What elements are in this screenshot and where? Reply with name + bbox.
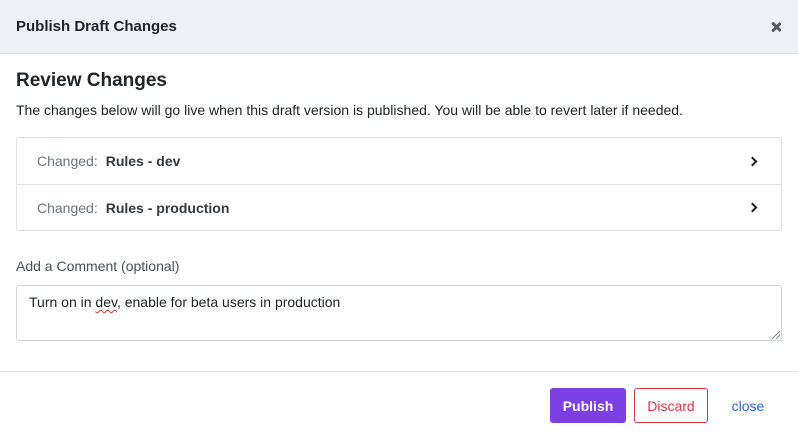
discard-button[interactable]: Discard (634, 388, 708, 423)
change-item-rules-dev[interactable]: Changed: Rules - dev (17, 138, 781, 184)
publish-draft-modal: Publish Draft Changes Review Changes The… (0, 0, 798, 439)
modal-body: Review Changes The changes below will go… (0, 54, 798, 341)
comment-text: Turn on in dev, enable for beta users in… (29, 294, 341, 310)
change-name: Rules - dev (105, 153, 181, 169)
change-prefix: Changed: (37, 199, 98, 216)
change-prefix: Changed: (37, 153, 98, 169)
publish-button[interactable]: Publish (550, 388, 626, 423)
resize-handle[interactable] (772, 331, 780, 339)
modal-title: Publish Draft Changes (16, 18, 177, 35)
close-icon[interactable] (769, 20, 783, 34)
modal-footer: Publish Discard close (0, 371, 798, 439)
modal-header: Publish Draft Changes (0, 0, 798, 54)
change-item-rules-production[interactable]: Changed: Rules - production (17, 184, 781, 230)
section-title: Review Changes (16, 70, 167, 91)
description-text: The changes below will go live when this… (16, 102, 683, 118)
comment-label: Add a Comment (optional) (16, 258, 180, 274)
change-list: Changed: Rules - dev Changed: Rules - pr… (16, 137, 782, 231)
misspelled-word: dev (95, 294, 117, 310)
chevron-right-icon (747, 156, 758, 166)
chevron-right-icon (747, 202, 758, 213)
comment-textarea[interactable]: Turn on in dev, enable for beta users in… (16, 285, 782, 341)
close-button[interactable]: close (714, 388, 782, 423)
change-name: Rules - production (105, 199, 230, 216)
